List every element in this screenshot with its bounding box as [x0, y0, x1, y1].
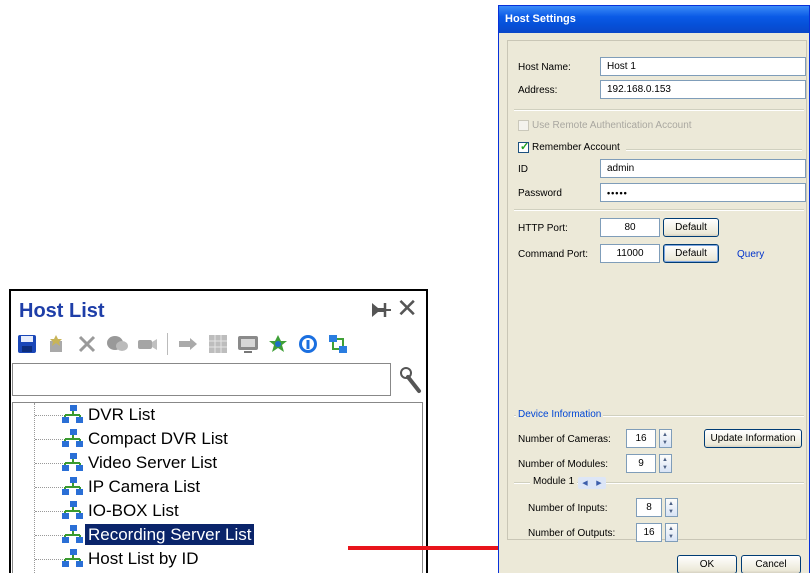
host-settings-dialog: Host Settings Host Name: Address: Use Re…	[498, 5, 810, 573]
num-outputs-label: Number of Outputs:	[528, 528, 616, 539]
tree-branch	[35, 511, 63, 512]
info-icon[interactable]	[294, 330, 322, 358]
remember-account-label: Remember Account	[532, 142, 620, 153]
id-field[interactable]	[600, 159, 806, 178]
password-field[interactable]	[600, 183, 806, 202]
dialog-titlebar[interactable]: Host Settings	[499, 6, 809, 33]
down-arrow-icon: ▼	[662, 440, 668, 446]
network-host-icon	[62, 477, 83, 495]
cancel-button[interactable]: Cancel	[741, 555, 801, 573]
network-host-icon	[62, 453, 83, 471]
query-link[interactable]: Query	[737, 249, 764, 260]
num-cameras-spinner[interactable]: ▲ ▼	[659, 429, 672, 448]
prev-icon[interactable]: ◀	[582, 479, 587, 487]
tree-branch	[35, 535, 63, 536]
grid-icon[interactable]	[204, 330, 232, 358]
check-icon: ✓	[520, 141, 530, 153]
tree-item-label: IO-BOX List	[88, 501, 179, 520]
up-arrow-icon: ▲	[668, 501, 674, 507]
tree-guide-line	[34, 403, 35, 573]
network-host-icon	[62, 405, 83, 423]
network-host-icon	[62, 501, 83, 519]
up-arrow-icon: ▲	[668, 526, 674, 532]
num-inputs-field[interactable]	[636, 498, 662, 517]
module-label: Module 1	[530, 476, 578, 487]
command-port-default-button[interactable]: Default	[663, 244, 719, 263]
tree-item-label: IP Camera List	[88, 477, 201, 496]
update-information-button[interactable]: Update Information	[704, 429, 802, 448]
down-arrow-icon: ▼	[668, 509, 674, 515]
pin-icon[interactable]	[368, 299, 392, 321]
delete-icon[interactable]	[73, 330, 101, 358]
password-label: Password	[518, 188, 562, 199]
play-icon[interactable]	[174, 330, 202, 358]
search-tool-icon[interactable]	[395, 365, 423, 395]
id-label: ID	[518, 164, 528, 175]
divider	[514, 109, 804, 111]
toolbar-separator	[167, 333, 168, 355]
down-arrow-icon: ▼	[668, 534, 674, 540]
tree-item-label: Host List by ID	[88, 549, 199, 568]
http-port-label: HTTP Port:	[518, 223, 568, 234]
host-list-title: Host List	[19, 300, 105, 322]
num-cameras-label: Number of Cameras:	[518, 434, 611, 445]
num-inputs-spinner[interactable]: ▲ ▼	[665, 498, 678, 517]
num-outputs-spinner[interactable]: ▲ ▼	[665, 523, 678, 542]
monitor-icon[interactable]	[234, 330, 262, 358]
tree-branch	[35, 559, 63, 560]
tree-item-label: Video Server List	[88, 453, 218, 472]
host-list-toolbar	[13, 329, 354, 359]
remember-account-checkbox[interactable]: ✓	[518, 141, 530, 153]
up-arrow-icon: ▲	[662, 457, 668, 463]
ok-button[interactable]: OK	[677, 555, 737, 573]
tree-item-label: DVR List	[88, 405, 156, 424]
host-name-label: Host Name:	[518, 62, 571, 73]
network-host-icon	[62, 549, 83, 567]
address-label: Address:	[518, 85, 558, 96]
host-name-field[interactable]	[600, 57, 806, 76]
address-field[interactable]	[600, 80, 806, 99]
use-remote-auth-label: Use Remote Authentication Account	[532, 120, 692, 131]
network-host-icon	[62, 429, 83, 447]
dialog-title: Host Settings	[505, 13, 576, 25]
tree-branch	[35, 439, 63, 440]
tree-branch	[35, 487, 63, 488]
save-icon[interactable]	[13, 330, 41, 358]
next-icon[interactable]: ▶	[596, 479, 601, 487]
tree-item-label: Recording Server List	[85, 524, 255, 545]
dialog-content: Host Name: Address: Use Remote Authentic…	[507, 40, 807, 542]
num-inputs-label: Number of Inputs:	[528, 503, 608, 514]
http-port-field[interactable]	[600, 218, 660, 237]
add-green-icon[interactable]	[264, 330, 292, 358]
up-arrow-icon: ▲	[662, 432, 668, 438]
num-outputs-field[interactable]	[636, 523, 662, 542]
network-icon[interactable]	[324, 330, 352, 358]
add-host-icon[interactable]	[43, 330, 71, 358]
divider	[514, 209, 804, 211]
command-port-label: Command Port:	[518, 249, 589, 260]
command-port-field[interactable]	[600, 244, 660, 263]
host-search-input[interactable]	[12, 363, 391, 396]
close-icon[interactable]: ✕	[396, 295, 418, 321]
use-remote-auth-checkbox[interactable]	[518, 120, 529, 131]
tree-branch	[35, 415, 63, 416]
module-nav[interactable]: ◀ ▶	[578, 477, 606, 489]
chat-icon[interactable]	[103, 330, 131, 358]
divider	[626, 149, 802, 151]
network-host-icon	[62, 525, 83, 543]
num-modules-label: Number of Modules:	[518, 459, 609, 470]
num-modules-field[interactable]	[626, 454, 656, 473]
tree-item-label: Compact DVR List	[88, 429, 228, 448]
host-list-panel: Host List ✕ DVR List Compact DVR List Vi…	[9, 289, 428, 573]
device-info-label: Device Information	[516, 409, 604, 420]
down-arrow-icon: ▼	[662, 465, 668, 471]
num-modules-spinner[interactable]: ▲ ▼	[659, 454, 672, 473]
tree-branch	[35, 463, 63, 464]
num-cameras-field[interactable]	[626, 429, 656, 448]
http-port-default-button[interactable]: Default	[663, 218, 719, 237]
camera-icon[interactable]	[133, 330, 161, 358]
